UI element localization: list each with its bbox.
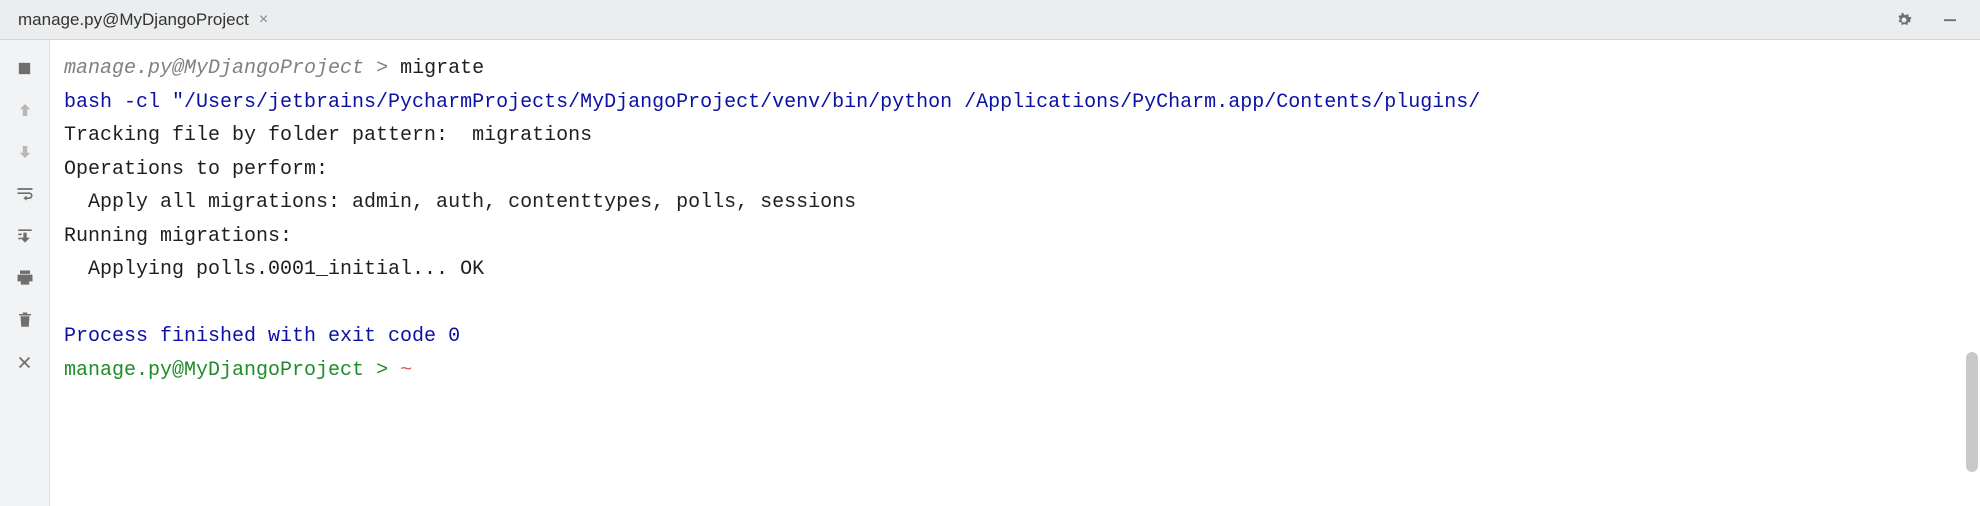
console-body: manage.py@MyDjangoProject > migrate bash… (0, 40, 1980, 506)
apply-all-line: Apply all migrations: admin, auth, conte… (64, 191, 856, 214)
scrollbar-thumb[interactable] (1966, 352, 1978, 472)
final-prompt-separator: > (364, 359, 400, 382)
prompt-command: migrate (400, 57, 484, 80)
running-migrations-line: Running migrations: (64, 225, 292, 248)
scroll-to-end-icon[interactable] (11, 222, 39, 250)
caret-icon: ~ (400, 359, 412, 382)
soft-wrap-icon[interactable] (11, 180, 39, 208)
trash-icon[interactable] (11, 306, 39, 334)
prompt-context: manage.py@MyDjangoProject (64, 57, 364, 80)
print-icon[interactable] (11, 264, 39, 292)
tab-title: manage.py@MyDjangoProject (18, 10, 249, 30)
bash-command-line: bash -cl "/Users/jetbrains/PycharmProjec… (64, 91, 1480, 114)
final-prompt-context: manage.py@MyDjangoProject (64, 359, 364, 382)
close-panel-icon[interactable] (11, 348, 39, 376)
stop-icon[interactable] (11, 54, 39, 82)
toolbar-gutter (0, 40, 50, 506)
console-tab-header: manage.py@MyDjangoProject × (0, 0, 1980, 40)
run-tab[interactable]: manage.py@MyDjangoProject × (8, 0, 278, 39)
process-finished-line: Process finished with exit code 0 (64, 325, 460, 348)
applying-line: Applying polls.0001_initial... OK (64, 258, 484, 281)
up-arrow-icon[interactable] (11, 96, 39, 124)
gear-icon[interactable] (1890, 6, 1918, 34)
operations-header-line: Operations to perform: (64, 158, 328, 181)
down-arrow-icon[interactable] (11, 138, 39, 166)
header-actions (1890, 6, 1972, 34)
minimize-icon[interactable] (1936, 6, 1964, 34)
prompt-separator: > (364, 57, 400, 80)
close-icon[interactable]: × (259, 11, 268, 29)
tracking-line: Tracking file by folder pattern: migrati… (64, 124, 592, 147)
console-output[interactable]: manage.py@MyDjangoProject > migrate bash… (50, 40, 1980, 506)
